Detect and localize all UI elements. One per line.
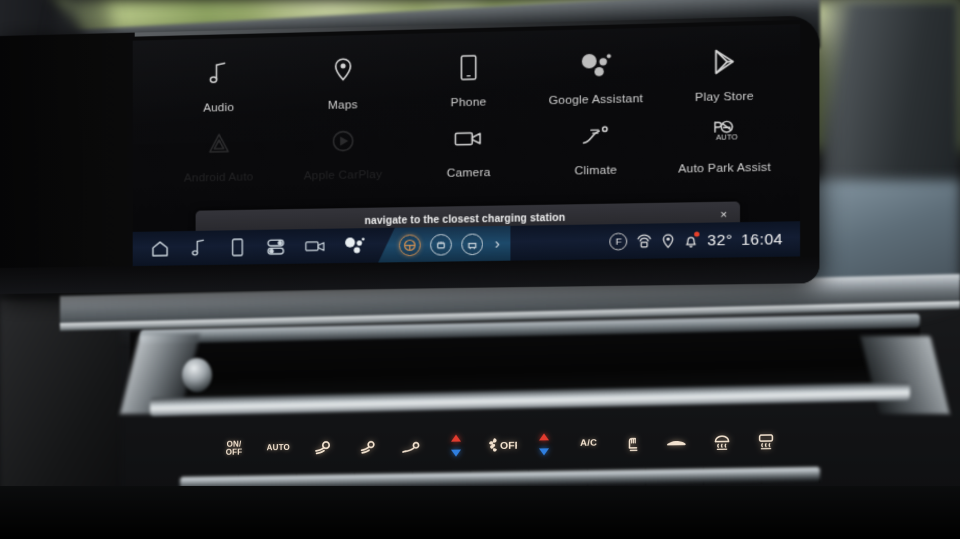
music-note-icon[interactable] — [187, 237, 209, 260]
camera-icon[interactable] — [304, 235, 327, 258]
app-label-maps: Maps — [328, 99, 358, 112]
rear-defrost-icon — [755, 431, 777, 451]
app-tile-maps[interactable]: Maps — [281, 52, 406, 113]
music-note-icon — [207, 56, 229, 91]
app-label-audio: Audio — [203, 102, 234, 115]
app-label-phone: Phone — [451, 96, 487, 109]
airflow-face-icon — [312, 438, 334, 456]
app-tile-camera[interactable]: Camera — [406, 120, 532, 181]
status-bar: F 32° 16:04 — [610, 230, 783, 250]
front-defrost-icon — [711, 432, 733, 452]
front-defrost-button[interactable] — [702, 422, 742, 463]
android-auto-icon — [205, 126, 232, 161]
dashboard-shadow — [0, 486, 960, 539]
infotainment-display-bezel: Audio Maps Phone Google Assistant Play S… — [0, 15, 819, 294]
settings-toggles-icon[interactable] — [265, 235, 288, 258]
heated-seat-icon[interactable] — [430, 233, 452, 255]
power-button-line2: OFF — [226, 448, 243, 457]
taskbar-app-shortcuts — [133, 234, 366, 260]
chevron-right-icon[interactable]: › — [493, 236, 500, 251]
display-left-dark-area — [0, 33, 135, 294]
driver-temp-down-icon[interactable] — [451, 450, 461, 457]
taskbar-climate-shortcuts: › — [378, 226, 510, 263]
notification-badge-dot — [695, 231, 700, 236]
phone-icon[interactable] — [226, 236, 248, 259]
clock: 16:04 — [741, 230, 783, 248]
location-pin-icon — [662, 232, 676, 249]
passenger-temp-down-icon[interactable] — [539, 448, 549, 455]
driver-profile-badge[interactable]: F — [610, 233, 628, 251]
app-tile-auto-park-assist[interactable]: AUTO Auto Park Assist — [660, 115, 789, 176]
driver-temp-stepper[interactable] — [436, 425, 476, 466]
passenger-temp-stepper[interactable] — [524, 424, 564, 465]
notification-bell[interactable] — [684, 232, 699, 249]
play-store-icon — [709, 44, 739, 80]
home-icon[interactable] — [149, 237, 171, 260]
app-tile-climate[interactable]: Climate — [532, 117, 660, 178]
ac-button-label: A/C — [580, 439, 597, 449]
app-tile-google-assistant[interactable]: Google Assistant — [532, 46, 660, 107]
car-interior-scene: ON/OFF AUTO OFF A/C Audio Maps Phone Goo… — [0, 0, 960, 539]
auto-park-auto-text: AUTO — [716, 133, 738, 143]
phone-icon — [458, 50, 479, 85]
climate-icon — [580, 118, 612, 154]
map-pin-icon — [331, 53, 356, 88]
close-icon[interactable]: × — [720, 209, 727, 220]
app-label-auto-park-assist: Auto Park Assist — [678, 162, 771, 176]
app-label-google-assistant: Google Assistant — [549, 93, 643, 107]
app-label-android-auto: Android Auto — [184, 171, 254, 184]
heated-seat-button[interactable] — [613, 423, 653, 464]
recirculation-icon — [664, 434, 690, 450]
app-label-play-store: Play Store — [695, 90, 754, 104]
carplay-icon — [329, 124, 356, 159]
app-tile-phone[interactable]: Phone — [406, 49, 532, 110]
app-label-climate: Climate — [574, 164, 617, 177]
passenger-temp-up-icon[interactable] — [539, 433, 549, 440]
airflow-feet-button[interactable] — [391, 426, 431, 467]
fan-off-button[interactable]: OFF — [480, 425, 520, 466]
infotainment-screen: Audio Maps Phone Google Assistant Play S… — [133, 24, 800, 266]
app-tile-play-store[interactable]: Play Store — [660, 43, 789, 105]
airflow-feet-icon — [400, 437, 422, 455]
power-on-off-button[interactable]: ON/OFF — [214, 428, 254, 469]
fan-off-icon: OFF — [483, 436, 517, 454]
exterior-temperature: 32° — [707, 231, 732, 249]
ac-button[interactable]: A/C — [569, 423, 609, 464]
auto-button-label: AUTO — [267, 444, 290, 452]
app-grid: Audio Maps Phone Google Assistant Play S… — [157, 43, 789, 185]
vent-direction-knob[interactable] — [182, 358, 212, 392]
ventilated-seat-icon[interactable] — [461, 233, 483, 255]
airflow-face-button[interactable] — [303, 427, 343, 468]
app-label-apple-carplay: Apple CarPlay — [304, 169, 382, 183]
driver-temp-up-icon[interactable] — [451, 435, 461, 442]
camera-icon — [453, 121, 484, 156]
rear-defrost-button[interactable] — [746, 421, 786, 462]
fan-off-label: OFF — [500, 440, 517, 452]
auto-park-assist-icon: AUTO — [707, 116, 741, 152]
airflow-face-feet-icon — [356, 438, 378, 456]
airflow-face-feet-button[interactable] — [347, 427, 387, 468]
app-tile-apple-carplay[interactable]: Apple CarPlay — [281, 123, 406, 183]
hotspot-icon — [636, 233, 653, 249]
recirculation-button[interactable] — [657, 422, 697, 463]
heated-steering-wheel-icon[interactable] — [399, 234, 421, 256]
google-assistant-icon[interactable] — [343, 234, 366, 257]
auto-climate-button[interactable]: AUTO — [258, 428, 298, 469]
app-label-camera: Camera — [447, 167, 491, 180]
google-assistant-icon — [579, 47, 613, 83]
heated-seat-icon — [623, 433, 643, 453]
app-tile-android-auto[interactable]: Android Auto — [157, 125, 281, 185]
app-tile-audio[interactable]: Audio — [157, 55, 281, 115]
